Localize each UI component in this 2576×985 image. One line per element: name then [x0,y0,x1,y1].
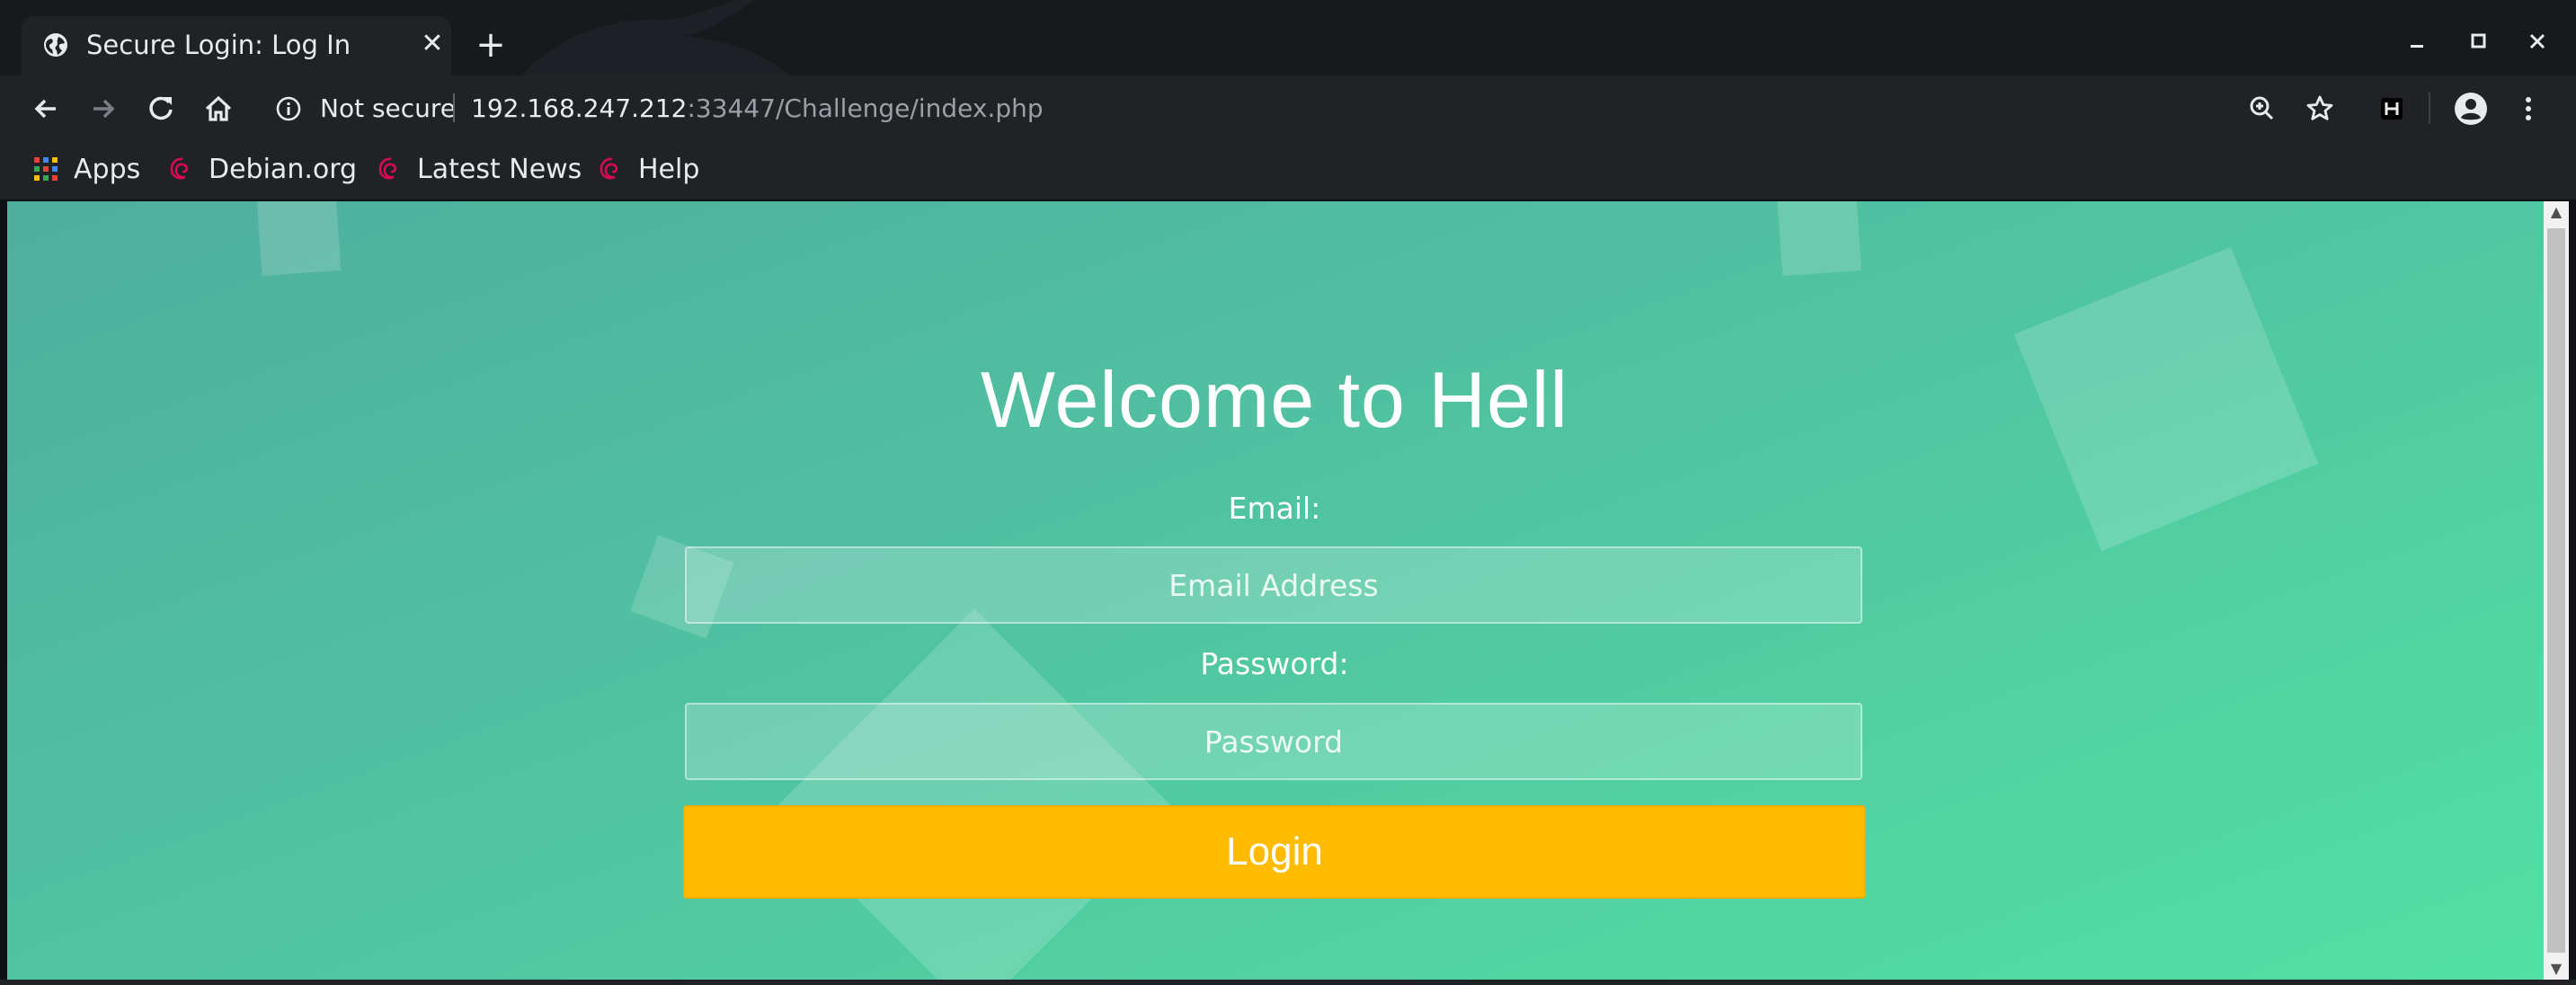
toolbar-divider [2429,92,2430,124]
page-viewport: Welcome to Hell Email: Password: Login [7,201,2544,980]
debian-swirl-icon [170,157,189,180]
minimize-icon[interactable] [2394,20,2439,65]
profile-avatar-icon[interactable] [2452,90,2490,128]
email-label: Email: [1228,491,1321,526]
maximize-icon[interactable] [2456,20,2500,65]
decorative-square [255,201,342,276]
reload-icon[interactable] [142,90,180,128]
toolbar: Not secure 192.168.247.212:33447/Challen… [0,75,2576,140]
scroll-thumb[interactable] [2547,228,2565,953]
decorative-square [1776,201,1862,276]
new-tab-icon[interactable]: + [473,27,509,63]
bookmark-label: Latest News [417,153,582,185]
forward-arrow-icon[interactable] [84,90,122,128]
browser-window: Secure Login: Log In ✕ + Not secure 192.… [0,0,2576,985]
tab-strip: Secure Login: Log In ✕ + [0,0,2576,75]
info-icon[interactable] [275,95,302,122]
email-field[interactable] [685,546,1862,624]
bookmarks-bar: Apps Debian.org Latest News Help [0,140,2576,200]
zoom-icon[interactable] [2243,90,2281,128]
url-host: 192.168.247.212 [471,93,688,123]
close-window-icon[interactable] [2515,20,2560,65]
bookmark-star-icon[interactable] [2301,90,2339,128]
bookmark-latest-news[interactable]: Latest News [376,149,582,189]
tab-title: Secure Login: Log In [86,30,351,60]
menu-kebab-icon[interactable] [2509,90,2547,128]
debian-swirl-icon [600,157,618,180]
home-icon[interactable] [200,90,237,128]
extension-icon[interactable] [2373,90,2411,128]
bookmark-label: Help [638,153,700,185]
divider [453,93,455,122]
password-field[interactable] [685,703,1862,780]
vertical-scrollbar[interactable]: ▲ ▼ [2544,201,2569,980]
login-button[interactable]: Login [683,805,1866,899]
url-path: :33447/Challenge/index.php [687,93,1044,123]
bookmark-label: Debian.org [209,153,358,185]
tab-close-icon[interactable]: ✕ [419,31,446,58]
scroll-up-icon[interactable]: ▲ [2544,201,2569,223]
password-label: Password: [1200,646,1349,681]
url-text[interactable]: 192.168.247.212:33447/Challenge/index.ph… [471,93,1044,123]
globe-icon [44,33,67,57]
bookmark-label: Apps [74,153,141,185]
scroll-down-icon[interactable]: ▼ [2544,958,2569,980]
page-title: Welcome to Hell [980,355,1569,444]
bookmark-apps[interactable]: Apps [32,149,140,189]
bookmark-help[interactable]: Help [597,149,699,189]
debian-swirl-icon [378,157,397,180]
security-status[interactable]: Not secure [320,93,456,123]
apps-grid-icon [34,157,58,181]
window-frame-bottom [0,980,2576,985]
tab-secure-login[interactable]: Secure Login: Log In ✕ [22,16,451,75]
kali-dragon-watermark [521,0,791,75]
back-arrow-icon[interactable] [27,90,65,128]
address-bar[interactable]: Not secure 192.168.247.212:33447/Challen… [257,81,2249,135]
bookmark-debian[interactable]: Debian.org [167,149,357,189]
